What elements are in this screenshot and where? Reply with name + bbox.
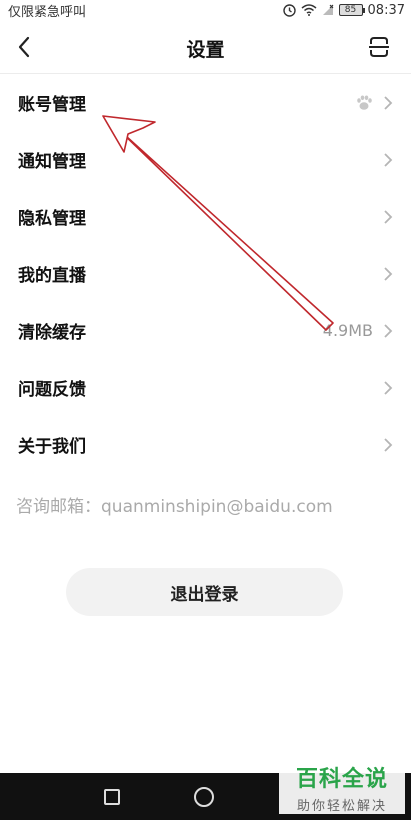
scan-icon — [369, 37, 389, 57]
contact-email-text: 咨询邮箱：quanminshipin@baidu.com — [16, 497, 333, 517]
settings-item-my-live[interactable]: 我的直播 — [0, 245, 411, 302]
wifi-icon — [301, 4, 317, 16]
scan-button[interactable] — [367, 35, 391, 59]
settings-item-label: 账号管理 — [18, 95, 86, 115]
settings-item-label: 关于我们 — [18, 437, 86, 457]
chevron-right-icon — [384, 437, 393, 452]
status-bar: 仅限紧急呼叫 85 08:37 — [0, 0, 411, 20]
watermark-subtitle: 助你轻松解决 — [296, 798, 387, 814]
signal-off-icon — [322, 4, 333, 15]
chevron-right-icon — [384, 380, 393, 395]
status-time: 08:37 — [367, 2, 405, 18]
settings-item-privacy[interactable]: 隐私管理 — [0, 188, 411, 245]
chevron-right-icon — [384, 152, 393, 167]
settings-item-label: 通知管理 — [18, 152, 86, 172]
chevron-right-icon — [384, 209, 393, 224]
chevron-right-icon — [384, 323, 393, 338]
watermark-title: 百科全说 — [295, 766, 388, 792]
settings-page: 仅限紧急呼叫 85 08:37 设置 账号管理 通知管理 隐私管理 我的直播 清… — [0, 0, 411, 820]
settings-list: 账号管理 通知管理 隐私管理 我的直播 清除缓存 4.9MB 问题反馈 关于我们 — [0, 74, 411, 473]
recent-apps-icon[interactable] — [104, 789, 120, 805]
settings-item-clear-cache[interactable]: 清除缓存 4.9MB — [0, 302, 411, 359]
battery-icon: 85 — [338, 4, 365, 16]
settings-item-label: 清除缓存 — [18, 323, 86, 343]
settings-item-feedback[interactable]: 问题反馈 — [0, 359, 411, 416]
alarm-icon — [282, 3, 296, 17]
settings-item-label: 我的直播 — [18, 266, 86, 286]
watermark-logo: 百科全说 助你轻松解决 — [279, 760, 405, 814]
chevron-right-icon — [384, 95, 393, 110]
chevron-right-icon — [384, 266, 393, 281]
settings-item-about[interactable]: 关于我们 — [0, 416, 411, 473]
header-bar: 设置 — [0, 20, 411, 74]
status-icons: 85 08:37 — [282, 2, 405, 18]
settings-item-label: 隐私管理 — [18, 209, 86, 229]
settings-item-account[interactable]: 账号管理 — [0, 74, 411, 131]
page-title: 设置 — [186, 39, 225, 61]
settings-item-label: 问题反馈 — [18, 380, 86, 400]
status-emergency-text: 仅限紧急呼叫 — [8, 4, 87, 20]
cache-size-value: 4.9MB — [322, 321, 373, 340]
paw-icon — [357, 95, 372, 110]
settings-item-notifications[interactable]: 通知管理 — [0, 131, 411, 188]
home-icon[interactable] — [194, 787, 214, 807]
logout-button[interactable]: 退出登录 — [66, 568, 343, 616]
